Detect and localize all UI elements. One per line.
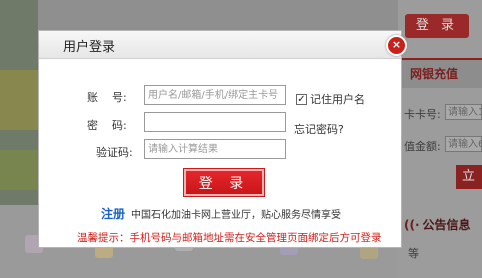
tab-label: 网银充值 xyxy=(410,67,459,81)
register-row: 注册 中国石化加油卡网上营业厅，贴心服务尽情享受 xyxy=(101,205,341,222)
slogan-text: 中国石化加油卡网上营业厅，贴心服务尽情享受 xyxy=(131,210,342,221)
amount-field: 请输入6 xyxy=(445,136,482,152)
password-label: 密 码: xyxy=(87,119,127,132)
remember-label: 记住用户名 xyxy=(310,93,365,106)
account-label: 账 号: xyxy=(87,91,127,104)
banner-graphic xyxy=(0,70,38,130)
register-link[interactable]: 注册 xyxy=(101,205,125,222)
notice-label: 公告信息 xyxy=(422,218,471,232)
captcha-input[interactable] xyxy=(144,139,286,159)
forgot-password-link[interactable]: 忘记密码? xyxy=(294,121,344,137)
warning-tip: 温馨提示：手机号码与邮箱地址需在安全管理页面绑定后方可登录 xyxy=(77,232,382,244)
notice-heading: ((· 公告信息 xyxy=(404,216,471,233)
background-text: 等 xyxy=(408,247,419,260)
dialog-title: 用户登录 xyxy=(63,40,116,55)
captcha-label: 验证码: xyxy=(96,146,133,159)
background-submit-button: 立 xyxy=(456,165,482,189)
password-input[interactable] xyxy=(144,112,286,132)
banner-graphic xyxy=(0,150,38,190)
background-tab-recharge: 网银充值 xyxy=(400,58,482,88)
remember-checkbox[interactable]: ✓ xyxy=(296,93,307,105)
dialog-header: 用户登录 xyxy=(39,31,401,59)
close-icon[interactable]: × xyxy=(386,35,407,56)
card-number-field: 请输入1 xyxy=(445,104,482,120)
broadcast-icon: ((· xyxy=(404,218,420,232)
login-dialog: 用户登录 × 账 号: ✓ 记住用户名 密 码: 忘记密码? 验证码: 登 录 … xyxy=(38,30,407,248)
remember-username[interactable]: ✓ 记住用户名 xyxy=(296,91,365,107)
card-number-label: 卡卡号: xyxy=(404,108,441,121)
amount-label: 值金额: xyxy=(404,140,441,153)
account-input[interactable] xyxy=(144,85,286,105)
login-button[interactable]: 登 录 xyxy=(184,169,264,196)
background-login-button: 登 录 xyxy=(405,14,469,38)
